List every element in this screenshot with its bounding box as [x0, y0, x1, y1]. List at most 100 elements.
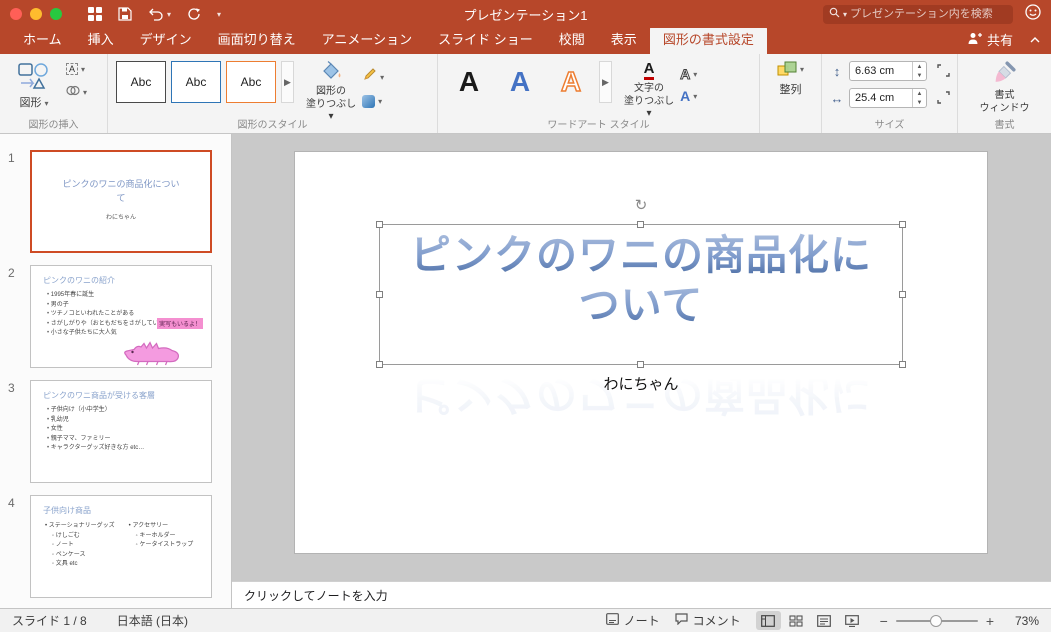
- zoom-slider[interactable]: [896, 620, 978, 622]
- undo-button[interactable]: ▾: [148, 8, 171, 21]
- slide-thumbnail-2[interactable]: ピンクのワニの紹介 1995年春に誕生 男の子 ツチノコといわれたことがある さ…: [30, 265, 212, 368]
- height-stepper[interactable]: ▲▼: [912, 62, 926, 80]
- text-effects-button[interactable]: A▾: [680, 89, 697, 103]
- text-fill-label-line1: 文字の: [624, 83, 674, 96]
- crop-icon[interactable]: [937, 64, 950, 82]
- thumb3-bullets: 子供向け（小中学生） 乳幼児 女性 親子ママ、ファミリー キャラクターグッズ好き…: [47, 406, 211, 454]
- thumb4-title: 子供向け商品: [43, 505, 211, 516]
- zoom-out-button[interactable]: −: [880, 614, 888, 628]
- text-fill-button[interactable]: A 文字の 塗りつぶし ▾: [624, 61, 674, 121]
- shape-outline-button[interactable]: ▾: [362, 67, 384, 87]
- comments-toggle-button[interactable]: コメント: [675, 612, 741, 629]
- merge-shapes-button[interactable]: ▾: [66, 83, 87, 101]
- group-label-shape-styles: 図形のスタイル: [108, 116, 437, 131]
- zoom-percentage[interactable]: 73%: [1009, 614, 1039, 628]
- slide-number: 1: [8, 151, 15, 165]
- shape-effects-button[interactable]: ▾: [362, 95, 384, 108]
- redo-button[interactable]: [187, 7, 201, 21]
- resize-handle-ne[interactable]: [899, 221, 906, 228]
- account-icon[interactable]: [1025, 4, 1041, 25]
- slide-number: 3: [8, 381, 15, 395]
- shape-style-preview-2[interactable]: Abc: [171, 61, 221, 103]
- save-icon[interactable]: [118, 7, 132, 21]
- thumb1-subtitle: わにちゃん: [32, 212, 210, 221]
- ribbon-group-format: 書式 ウィンドウ 書式: [958, 54, 1051, 133]
- shape-fill-button[interactable]: 図形の 塗りつぶし ▾: [306, 61, 356, 124]
- tab-view[interactable]: 表示: [598, 25, 650, 54]
- notes-input[interactable]: クリックしてノートを入力: [232, 581, 1051, 608]
- format-brush-icon: [994, 61, 1016, 88]
- group-label-size: サイズ: [822, 116, 957, 131]
- slide-thumbnail-1[interactable]: ピンクのワニの商品化について わにちゃん: [30, 150, 212, 253]
- shapes-icon: [17, 61, 51, 91]
- ribbon-group-arrange: ▾ 整列: [760, 54, 822, 133]
- slideshow-button[interactable]: [840, 611, 865, 630]
- thumb1-title: ピンクのワニの商品化について: [32, 178, 210, 205]
- text-box-icon: A: [66, 63, 78, 75]
- format-pane-label-line2: ウィンドウ: [980, 103, 1030, 116]
- tab-animations[interactable]: アニメーション: [309, 25, 425, 54]
- thumb4-columns: ステーショナリーグッズ けしごむ ノート ペンケース 文具 etc アクセサリー…: [45, 522, 211, 570]
- text-outline-button[interactable]: A▾: [680, 67, 697, 81]
- shape-styles-more-icon[interactable]: ▶: [281, 61, 294, 103]
- rotate-handle-icon[interactable]: ↻: [633, 198, 649, 214]
- share-button[interactable]: 共有: [967, 30, 1013, 49]
- shapes-button[interactable]: 図形 ▾: [8, 61, 60, 110]
- resize-handle-nw[interactable]: [376, 221, 383, 228]
- slide-subtitle-text[interactable]: わにちゃん: [295, 373, 987, 394]
- comments-toggle-label: コメント: [693, 612, 741, 629]
- zoom-slider-knob[interactable]: [930, 615, 942, 627]
- wordart-style-preview-1[interactable]: A: [446, 61, 492, 103]
- language-indicator[interactable]: 日本語 (日本): [117, 612, 188, 629]
- shapes-caret-icon: ▾: [45, 99, 49, 108]
- shape-style-preview-3[interactable]: Abc: [226, 61, 276, 103]
- notes-toggle-label: ノート: [624, 612, 660, 629]
- slide-sorter-view-button[interactable]: [784, 611, 809, 630]
- shape-fill-label-line2: 塗りつぶし: [306, 99, 356, 112]
- collapse-ribbon-icon[interactable]: [1029, 32, 1041, 47]
- toolbar-options-caret-icon[interactable]: ▾: [217, 10, 221, 19]
- wordart-style-preview-2[interactable]: A: [497, 61, 543, 103]
- shape-fill-label-line1: 図形の: [306, 86, 356, 99]
- width-value[interactable]: 25.4 cm: [850, 92, 912, 104]
- view-switcher-icon[interactable]: [88, 7, 102, 21]
- width-stepper[interactable]: ▲▼: [912, 89, 926, 107]
- reading-view-button[interactable]: [812, 611, 837, 630]
- shape-width-field: ↔ 25.4 cm ▲▼: [830, 88, 927, 108]
- slide-surface[interactable]: ↻ ピンクのワニの商品化に ついて ピンクのワニ: [295, 152, 987, 553]
- crop-alt-icon[interactable]: [937, 91, 950, 109]
- powerpoint-window: ▾ ▾ プレゼンテーション1 ▾ ホーム 挿入 デザイン 画面切り替え アニメー…: [0, 0, 1051, 632]
- slide-thumbnail-3[interactable]: ピンクのワニ商品が受ける客層 子供向け（小中学生） 乳幼児 女性 親子ママ、ファ…: [30, 380, 212, 483]
- wordart-style-preview-3[interactable]: A: [548, 61, 594, 103]
- text-box-button[interactable]: A▾: [66, 63, 87, 75]
- resize-handle-n[interactable]: [637, 221, 644, 228]
- format-pane-button[interactable]: 書式 ウィンドウ: [966, 61, 1043, 115]
- ribbon-group-size: ↕ 6.63 cm ▲▼ ↔ 25.4 cm ▲▼: [822, 54, 958, 133]
- wordart-styles-more-icon[interactable]: ▶: [599, 61, 612, 103]
- title-text-box-selection[interactable]: ↻ ピンクのワニの商品化に ついて ピンクのワニ: [379, 224, 903, 365]
- tab-insert[interactable]: 挿入: [75, 25, 127, 54]
- normal-view-button[interactable]: [756, 611, 781, 630]
- group-label-format: 書式: [958, 116, 1051, 131]
- thumb3-title: ピンクのワニ商品が受ける客層: [43, 390, 211, 401]
- wordart-reflection: ピンクのワニの商品化に ついて: [380, 320, 902, 420]
- zoom-in-button[interactable]: +: [986, 614, 994, 628]
- slide-thumbnail-4[interactable]: 子供向け商品 ステーショナリーグッズ けしごむ ノート ペンケース 文具 etc…: [30, 495, 212, 598]
- minimize-window-button[interactable]: [30, 8, 42, 20]
- notes-toggle-button[interactable]: ノート: [606, 612, 660, 629]
- tab-home[interactable]: ホーム: [10, 25, 75, 54]
- share-person-icon: [967, 32, 982, 48]
- tab-design[interactable]: デザイン: [127, 25, 205, 54]
- tab-review[interactable]: 校閲: [546, 25, 598, 54]
- tab-transitions[interactable]: 画面切り替え: [205, 25, 309, 54]
- search-scope-caret-icon[interactable]: ▾: [843, 10, 847, 19]
- close-window-button[interactable]: [10, 8, 22, 20]
- tab-slideshow[interactable]: スライド ショー: [425, 25, 546, 54]
- tab-shape-format[interactable]: 図形の書式設定: [650, 25, 767, 54]
- search-input[interactable]: [850, 8, 1007, 20]
- arrange-button[interactable]: ▾ 整列: [777, 61, 804, 97]
- shape-style-preview-1[interactable]: Abc: [116, 61, 166, 103]
- fullscreen-window-button[interactable]: [50, 8, 62, 20]
- height-value[interactable]: 6.63 cm: [850, 65, 912, 77]
- status-bar: スライド 1 / 8 日本語 (日本) ノート コメント −: [0, 608, 1051, 632]
